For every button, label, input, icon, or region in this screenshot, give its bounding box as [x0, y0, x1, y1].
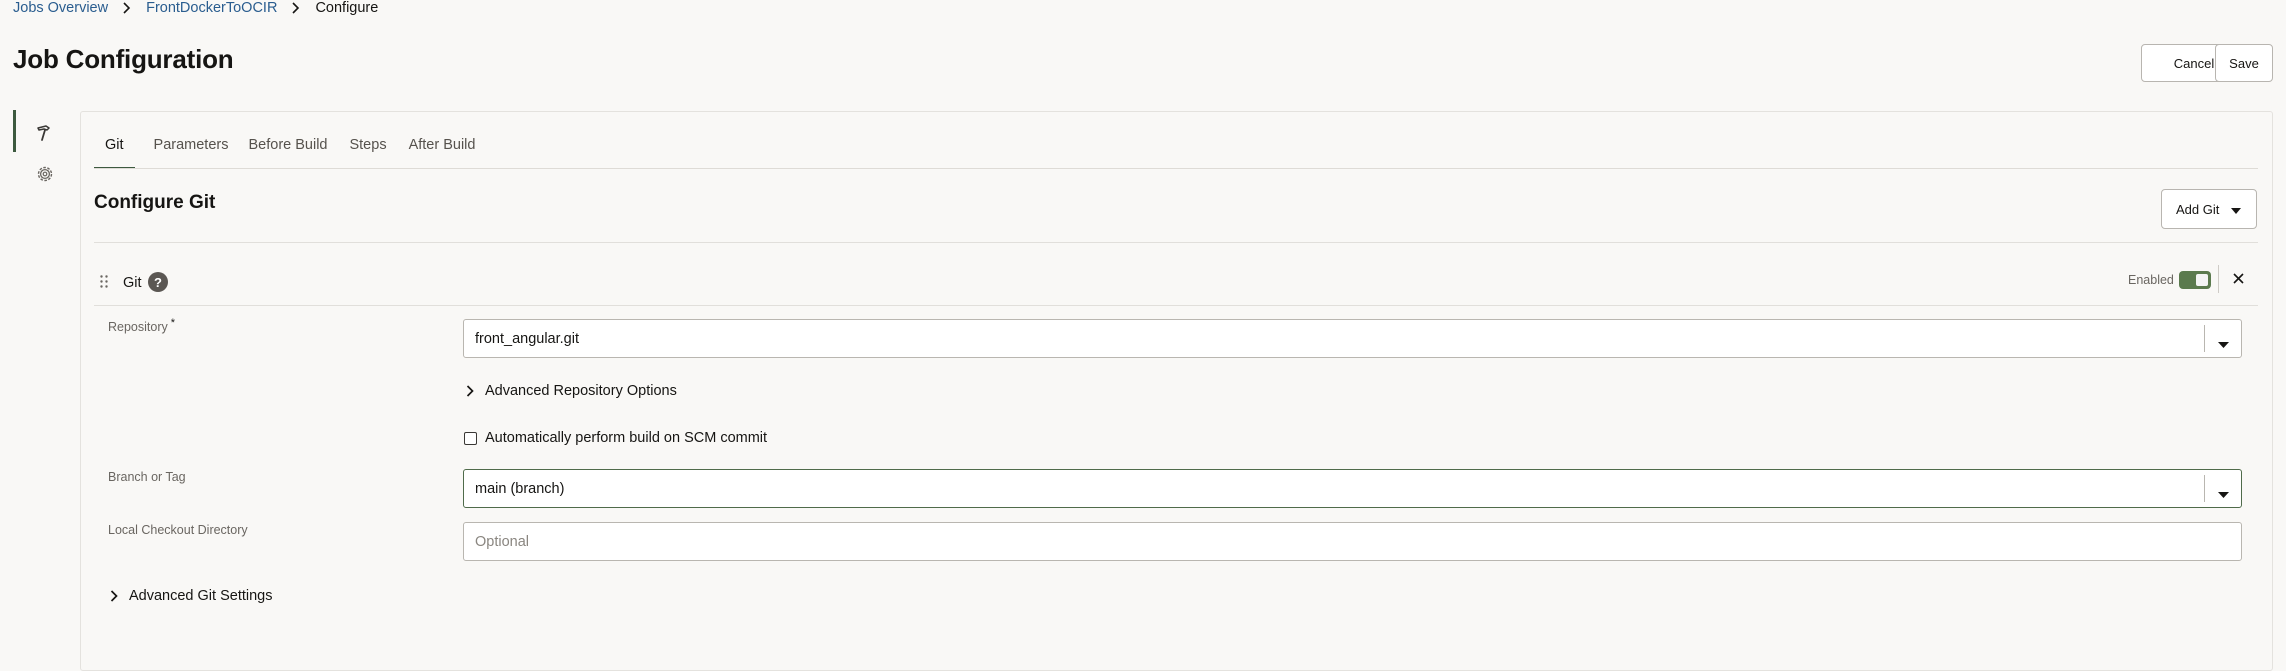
required-indicator: * — [170, 317, 176, 329]
tab-label: Steps — [349, 137, 387, 153]
section-divider — [94, 242, 2258, 243]
breadcrumb-current: Configure — [315, 0, 379, 16]
branch-label: Branch or Tag — [108, 470, 186, 484]
tab-after-build[interactable]: After Build — [398, 137, 487, 169]
rail-active-indicator — [13, 110, 16, 152]
tab-git[interactable]: Git — [94, 137, 135, 169]
caret-down-icon — [2231, 202, 2242, 217]
checkout-dir-input[interactable]: Optional — [463, 522, 2242, 561]
add-git-label: Add Git — [2176, 201, 2220, 217]
caret-down-icon[interactable] — [2218, 486, 2229, 502]
repository-select[interactable]: front_angular.git — [463, 319, 2242, 358]
branch-select[interactable]: main (branch) — [463, 469, 2242, 508]
advanced-repository-options-label: Advanced Repository Options — [485, 383, 677, 399]
breadcrumb-link-job[interactable]: FrontDockerToOCIR — [146, 0, 277, 16]
repository-label-text: Repository — [108, 320, 168, 334]
advanced-git-settings-label: Advanced Git Settings — [129, 588, 273, 604]
enabled-label: Enabled — [2128, 273, 2174, 287]
enabled-toggle[interactable] — [2179, 271, 2211, 289]
tab-label: Parameters — [153, 137, 229, 153]
auto-build-label[interactable]: Automatically perform build on SCM commi… — [485, 430, 767, 446]
tab-label: After Build — [408, 137, 476, 153]
git-header-divider — [94, 305, 2258, 306]
save-button[interactable]: Save — [2215, 44, 2273, 82]
chevron-right-icon — [110, 590, 118, 602]
page-title: Job Configuration — [13, 44, 234, 74]
tab-before-build[interactable]: Before Build — [237, 137, 338, 169]
tab-parameters[interactable]: Parameters — [143, 137, 240, 169]
advanced-repository-options-toggle[interactable]: Advanced Repository Options — [466, 383, 677, 399]
advanced-git-settings-toggle[interactable]: Advanced Git Settings — [110, 588, 272, 604]
breadcrumb: Jobs Overview FrontDockerToOCIR Configur… — [13, 0, 378, 16]
hammer-icon[interactable] — [33, 121, 57, 145]
repository-label: Repository * — [108, 317, 176, 334]
tab-label: Before Build — [248, 137, 328, 153]
chevron-right-icon — [466, 385, 474, 397]
toggle-knob — [2196, 274, 2208, 286]
checkout-dir-label: Local Checkout Directory — [108, 523, 248, 537]
git-block-label: Git — [123, 275, 142, 291]
branch-value: main (branch) — [475, 480, 565, 497]
tab-divider — [94, 168, 2258, 169]
caret-down-icon[interactable] — [2218, 336, 2229, 352]
tab-label: Git — [105, 137, 124, 153]
select-divider — [2204, 325, 2205, 352]
header-divider — [2218, 265, 2219, 293]
gear-icon[interactable] — [33, 162, 57, 186]
add-git-button[interactable]: Add Git — [2161, 189, 2257, 229]
chevron-right-icon — [120, 1, 133, 15]
section-title: Configure Git — [94, 192, 216, 213]
checkout-dir-placeholder: Optional — [475, 533, 530, 550]
tab-steps[interactable]: Steps — [338, 137, 397, 169]
close-icon[interactable] — [2232, 272, 2245, 290]
auto-build-checkbox[interactable] — [464, 431, 477, 445]
select-divider — [2204, 475, 2205, 502]
tab-bar: Git Parameters Before Build Steps After … — [94, 137, 486, 169]
auto-build-row: Automatically perform build on SCM commi… — [464, 430, 767, 446]
breadcrumb-link-jobs-overview[interactable]: Jobs Overview — [13, 0, 108, 16]
job-config-panel — [80, 111, 2273, 671]
drag-handle-icon[interactable] — [100, 275, 108, 293]
repository-value: front_angular.git — [475, 330, 579, 347]
chevron-right-icon — [289, 1, 302, 15]
help-icon[interactable]: ? — [148, 272, 168, 292]
